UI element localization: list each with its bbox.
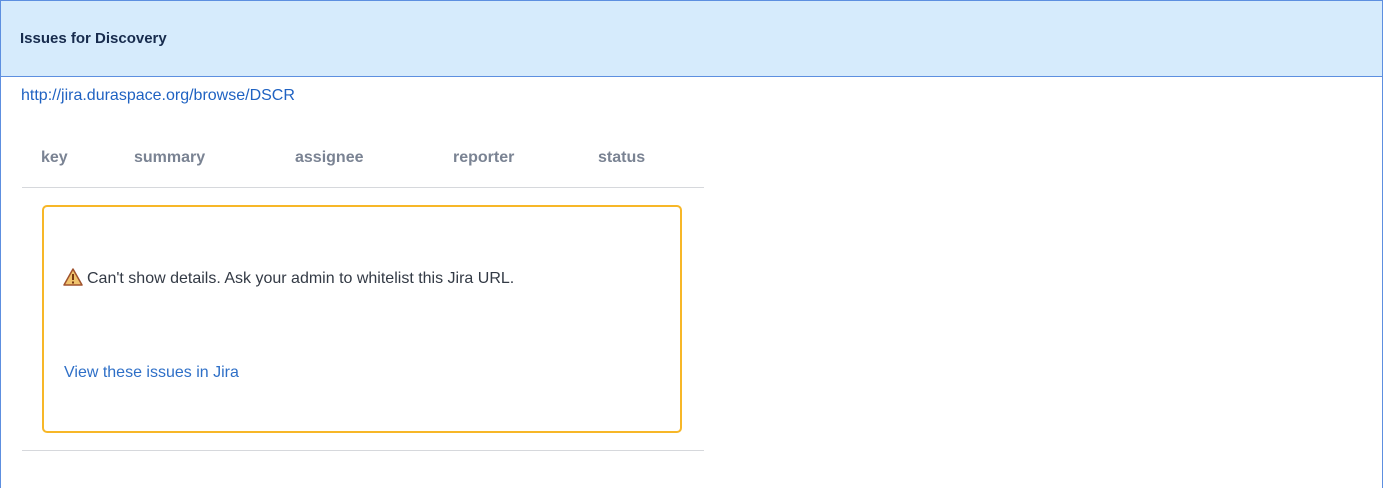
warning-triangle-icon — [63, 263, 83, 300]
jira-issues-panel: Issues for Discovery http://jira.duraspa… — [0, 0, 1383, 488]
column-header-assignee[interactable]: assignee — [295, 149, 363, 167]
warning-message-text: Can't show details. Ask your admin to wh… — [87, 270, 515, 287]
table-header: key summary assignee reporter status — [22, 129, 704, 188]
column-header-key[interactable]: key — [41, 149, 68, 167]
column-header-reporter[interactable]: reporter — [453, 149, 514, 167]
panel-title: Issues for Discovery — [1, 1, 1382, 77]
issues-table: key summary assignee reporter status Can… — [22, 129, 704, 451]
view-issues-in-jira-link[interactable]: View these issues in Jira — [64, 364, 239, 382]
column-header-status[interactable]: status — [598, 149, 645, 167]
table-body: Can't show details. Ask your admin to wh… — [22, 188, 704, 451]
warning-message-box: Can't show details. Ask your admin to wh… — [42, 205, 682, 433]
warning-message: Can't show details. Ask your admin to wh… — [63, 260, 623, 300]
jira-source-link[interactable]: http://jira.duraspace.org/browse/DSCR — [21, 87, 295, 105]
column-header-summary[interactable]: summary — [134, 149, 205, 167]
